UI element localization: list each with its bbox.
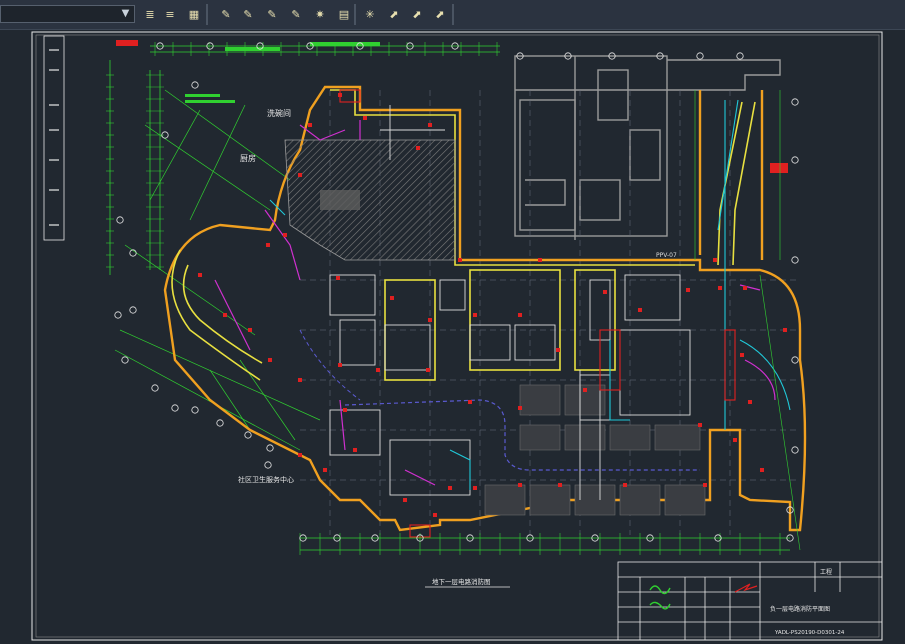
signature-green-2: [649, 601, 671, 610]
layer-change-icon[interactable]: ⬈: [407, 5, 427, 24]
ppv-label: PPV-07: [656, 252, 677, 259]
layer-off-icon[interactable]: ✎: [262, 5, 282, 24]
toolbar-separator: [206, 4, 208, 25]
room-label-health-center: 社区卫生服务中心: [238, 475, 294, 484]
room-label-dishwashing: 洗碗间: [267, 108, 291, 118]
parking-blocks: [484, 384, 706, 516]
layer-isolate-icon[interactable]: ✎: [216, 5, 236, 24]
layer-states-icon[interactable]: ▦: [184, 5, 204, 24]
layer-lock-icon[interactable]: ✷: [310, 5, 330, 24]
bottom-dimension: [300, 537, 790, 551]
chevron-down-icon[interactable]: ▼: [119, 7, 132, 21]
revision-column: [43, 35, 65, 241]
layer-toolbar: ▼ ≣ ≡ ▦ ✎ ✎ ✎ ✎ ✷ ▤ ✳ ⬈ ⬈ ⬈: [0, 0, 905, 30]
toolbar-separator: [354, 4, 356, 25]
layer-unlock-icon[interactable]: ▤: [334, 5, 354, 24]
outer-wall: [163, 85, 807, 532]
toolbar-separator: [452, 4, 454, 25]
layer-stack-icon[interactable]: ≣: [140, 5, 160, 24]
drawing-canvas[interactable]: 洗碗间 厨房 社区卫生服务中心 PPV-07 地下一层电路消防图 工程 负一层电…: [0, 30, 905, 644]
layer-dropdown[interactable]: ▼: [0, 5, 135, 23]
plan-title: 地下一层电路消防图: [432, 577, 491, 586]
drawing-number: YADL-PS20190-D0301-24: [774, 630, 845, 636]
title-block: [617, 561, 883, 641]
room-label-kitchen: 厨房: [240, 153, 256, 163]
existing-building: [514, 55, 781, 240]
signature-green-1: [649, 585, 671, 595]
hatched-area: [284, 139, 456, 261]
title-block-project: 工程: [820, 568, 832, 576]
layer-freeze-icon[interactable]: ✎: [286, 5, 306, 24]
layer-merge-icon[interactable]: ⬈: [430, 5, 450, 24]
layer-walk-icon[interactable]: ✳: [360, 5, 380, 24]
title-block-drawing-name: 负一层电路消防平面图: [770, 605, 830, 613]
layer-match-icon[interactable]: ⬈: [384, 5, 404, 24]
layer-previous-icon[interactable]: ≡: [160, 5, 180, 24]
signature-red: [734, 583, 758, 593]
layer-unisolate-icon[interactable]: ✎: [238, 5, 258, 24]
